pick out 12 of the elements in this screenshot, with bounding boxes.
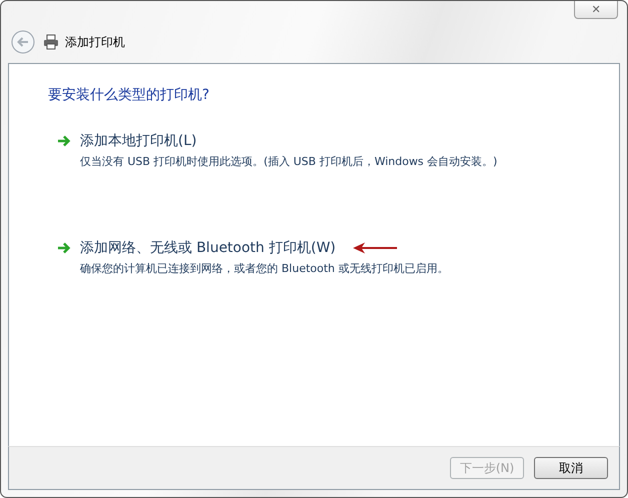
cancel-button[interactable]: 取消 xyxy=(534,457,608,479)
arrow-icon xyxy=(57,135,71,147)
option-description: 仅当没有 USB 打印机时使用此选项。(插入 USB 打印机后，Windows 会自动安装。) xyxy=(80,154,498,169)
page-heading: 要安装什么类型的打印机? xyxy=(48,86,210,104)
close-button[interactable]: ✕ xyxy=(574,1,618,19)
back-button[interactable] xyxy=(11,30,35,54)
window-title: 添加打印机 xyxy=(65,34,125,50)
printer-icon xyxy=(43,34,59,50)
arrow-icon xyxy=(57,242,71,254)
option-link[interactable]: 添加本地打印机(L) xyxy=(80,132,197,150)
option-link[interactable]: 添加网络、无线或 Bluetooth 打印机(W) xyxy=(80,239,336,257)
option-description: 确保您的计算机已连接到网络，或者您的 Bluetooth 或无线打印机已启用。 xyxy=(80,261,450,276)
